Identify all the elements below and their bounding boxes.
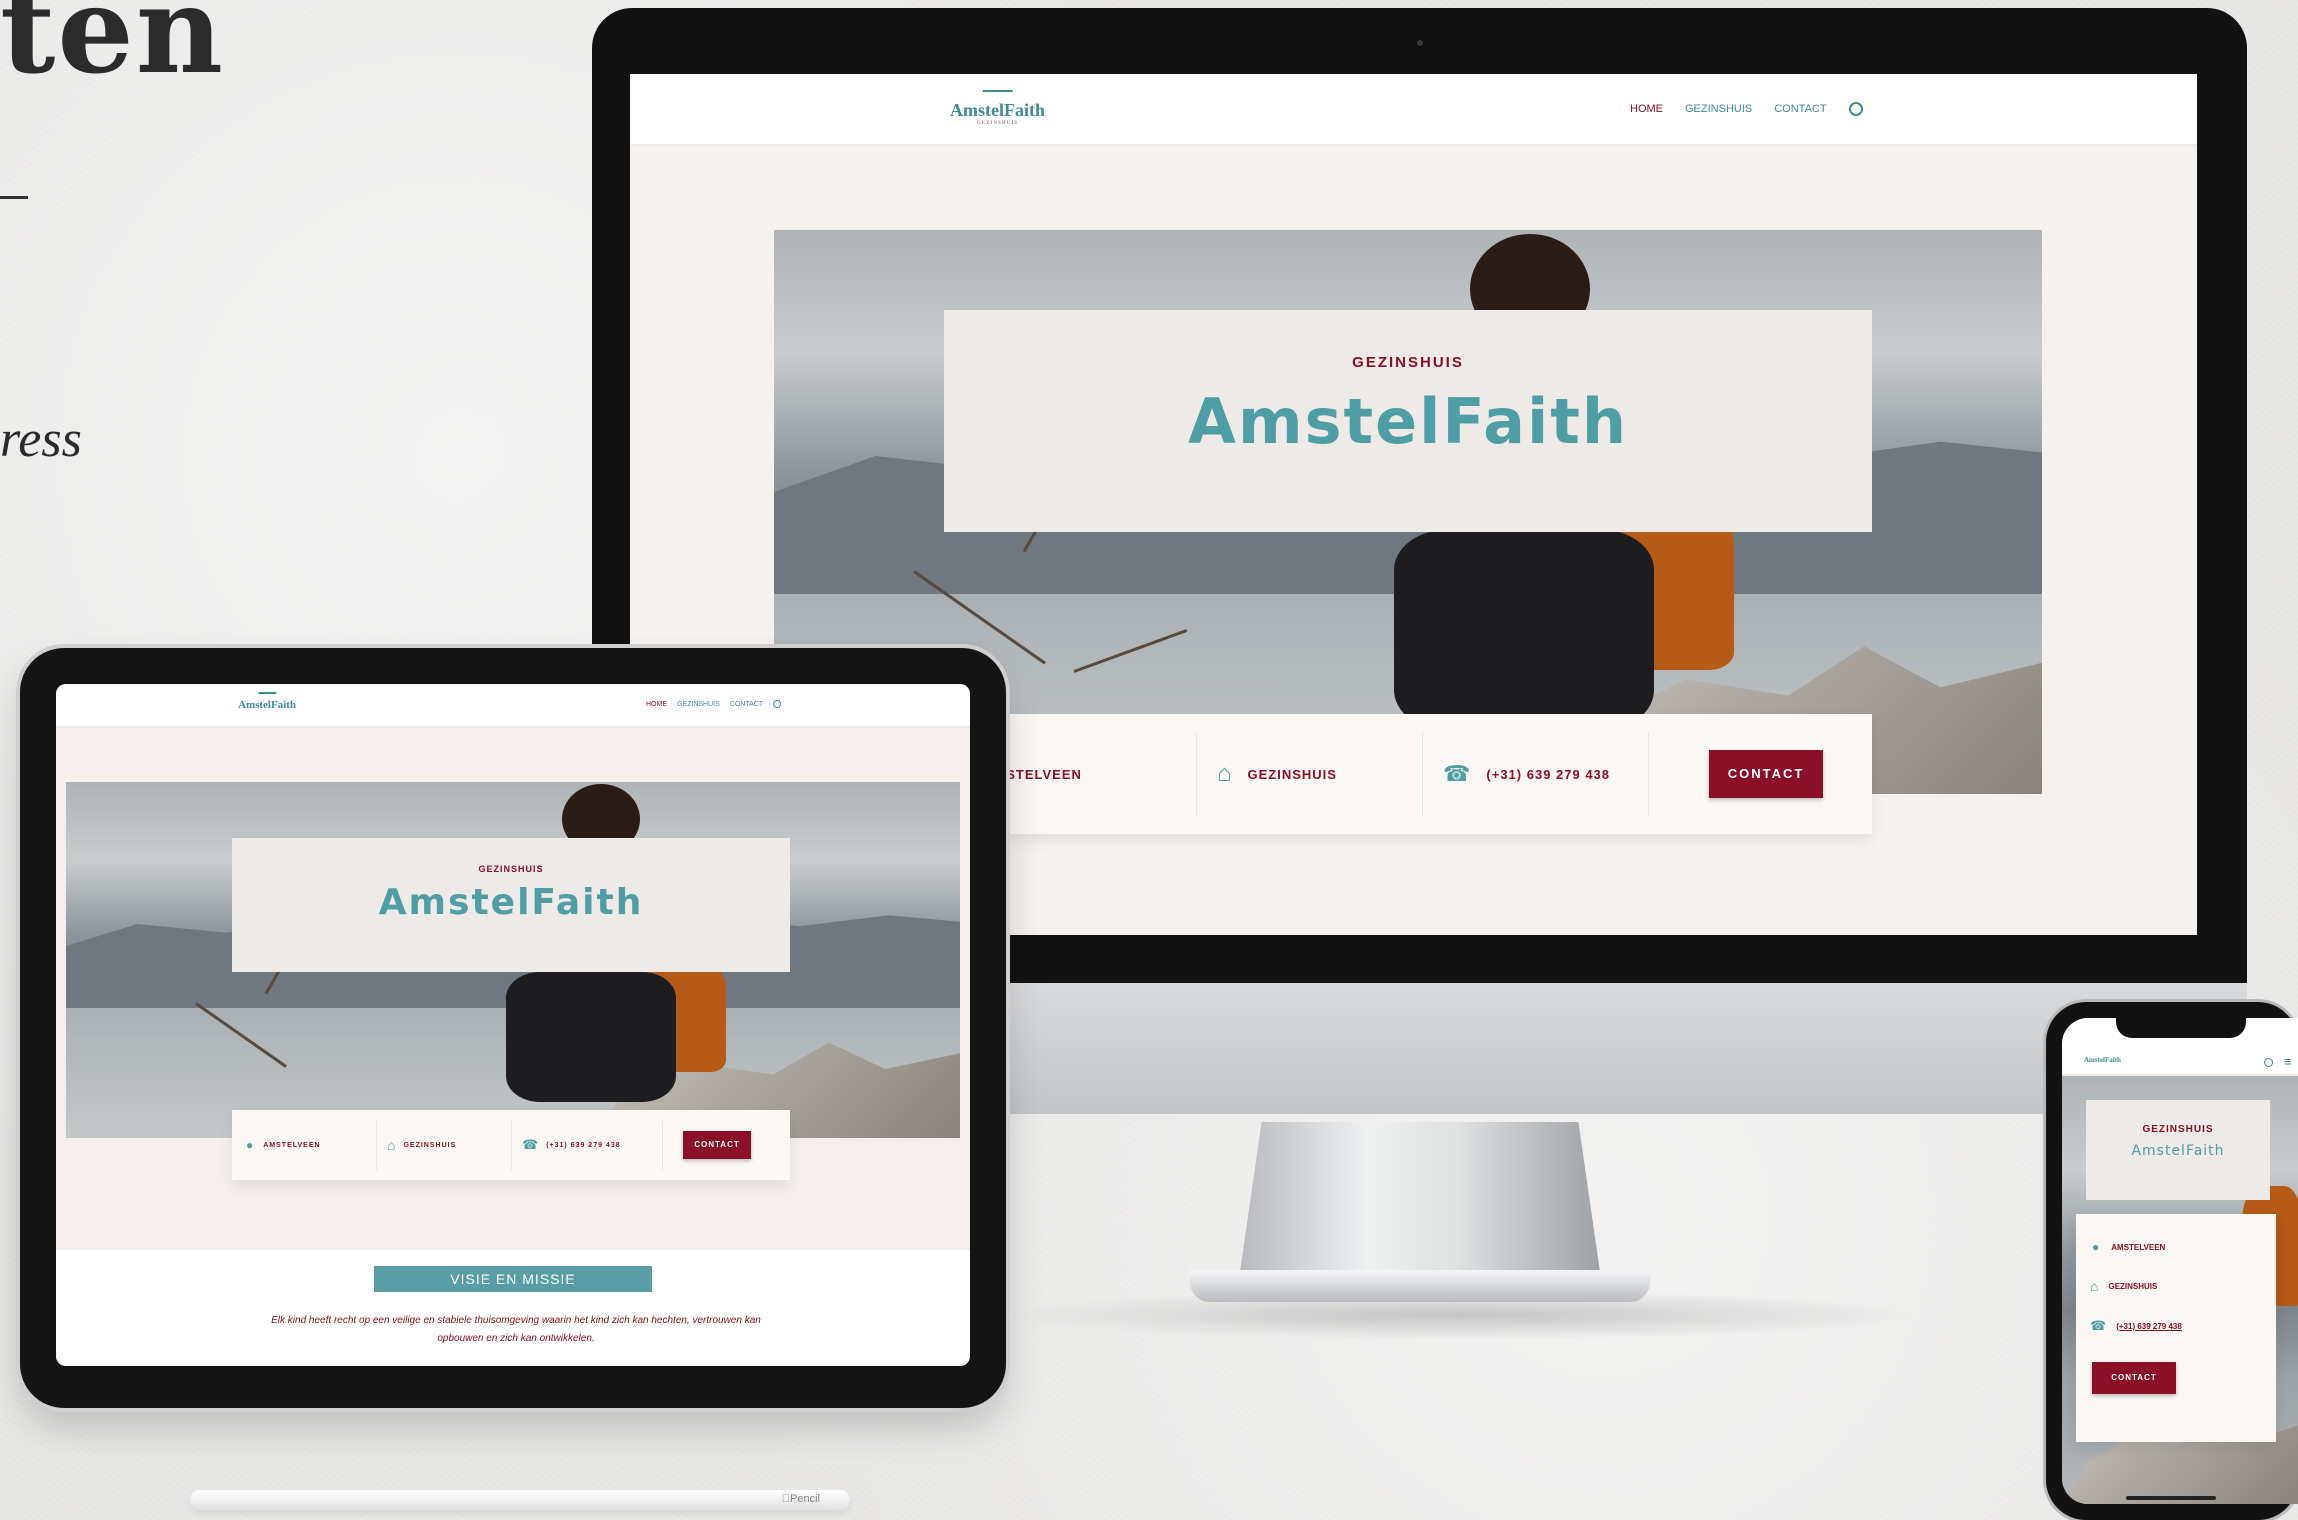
info-home: ⌂ GEZINSHUIS <box>377 1120 512 1170</box>
hero-subtitle: GEZINSHUIS <box>2142 1124 2214 1135</box>
background-heading-fragment: ten <box>0 0 226 101</box>
tablet-nav: HOME GEZINSHUIS CONTACT <box>646 700 782 708</box>
tablet-info-bar: ● AMSTELVEEN ⌂ GEZINSHUIS ☎ (+31) 639 27… <box>232 1110 790 1180</box>
nav-home[interactable]: HOME <box>1630 103 1663 115</box>
nav-contact[interactable]: CONTACT <box>1774 103 1826 115</box>
home-label: GEZINSHUIS <box>2108 1281 2158 1291</box>
location-pin-icon: ● <box>246 1138 254 1152</box>
pencil-brand: Pencil <box>782 1493 820 1505</box>
search-icon[interactable] <box>2264 1058 2273 1067</box>
site-header: AmstelFaith GEZINSHUIS HOME GEZINSHUIS C… <box>630 74 2197 144</box>
site-logo[interactable]: AmstelFaith GEZINSHUIS <box>950 90 1045 126</box>
search-icon[interactable] <box>773 700 782 708</box>
background-italic-fragment: ress <box>0 411 82 468</box>
home-label: GEZINSHUIS <box>403 1141 457 1149</box>
phone-notch <box>2116 1016 2246 1038</box>
hero-title: AmstelFaith <box>1187 385 1628 458</box>
info-phone: ☎ (+31) 639 279 438 <box>512 1120 663 1170</box>
nav-home[interactable]: HOME <box>646 701 667 708</box>
person-legs <box>1394 530 1654 730</box>
home-label: GEZINSHUIS <box>1247 766 1337 782</box>
background-dash <box>0 196 28 199</box>
home-icon: ⌂ <box>2090 1278 2099 1294</box>
logo-roof-icon <box>981 90 1014 100</box>
hero-card: GEZINSHUIS AmstelFaith <box>944 310 1872 532</box>
logo-text: AmstelFaith <box>2084 1056 2121 1064</box>
menu-icon[interactable]: ≡ <box>2284 1054 2292 1069</box>
tablet-logo[interactable]: AmstelFaith <box>238 692 296 711</box>
phone-hero-card: GEZINSHUIS AmstelFaith <box>2086 1100 2270 1200</box>
hero-title: AmstelFaith <box>378 882 644 923</box>
hero-title: AmstelFaith <box>2131 1143 2225 1159</box>
contact-button[interactable]: CONTACT <box>1709 750 1823 798</box>
info-location: ● AMSTELVEEN <box>232 1120 377 1170</box>
person-legs <box>506 972 676 1102</box>
info-home: ⌂ GEZINSHUIS <box>2076 1254 2276 1294</box>
visie-text-line-2: opbouwen en zich kan ontwikkelen. <box>437 1333 595 1344</box>
hero-subtitle: GEZINSHUIS <box>1352 354 1464 371</box>
info-bar: AMSTELVEEN ⌂ GEZINSHUIS ☎ (+31) 639 279 … <box>960 714 1872 834</box>
apple-pencil: Pencil <box>190 1490 850 1510</box>
search-icon[interactable] <box>1848 102 1863 116</box>
info-home: ⌂ GEZINSHUIS <box>1197 732 1423 816</box>
visie-text-line-1: Elk kind heeft recht op een veilige en s… <box>271 1315 761 1326</box>
location-label: AMSTELVEEN <box>263 1141 321 1149</box>
phone-logo[interactable]: AmstelFaith <box>2084 1056 2121 1064</box>
main-nav: HOME GEZINSHUIS CONTACT <box>1630 102 1863 116</box>
phone-icon: ☎ <box>1443 761 1471 786</box>
info-phone: ☎ (+31) 639 279 438 <box>2076 1294 2276 1334</box>
phone-icon: ☎ <box>2090 1318 2107 1333</box>
phone-label[interactable]: (+31) 639 279 438 <box>1486 767 1610 782</box>
camera-dot <box>1417 40 1423 46</box>
nav-gezinshuis[interactable]: GEZINSHUIS <box>1685 103 1752 115</box>
logo-roof-icon <box>257 692 277 699</box>
phone-label[interactable]: (+31) 639 279 438 <box>2116 1322 2182 1331</box>
location-label: AMSTELVEEN <box>2111 1242 2166 1252</box>
phone-icon: ☎ <box>522 1137 539 1152</box>
location-pin-icon: ● <box>2092 1240 2100 1254</box>
imac-stand <box>1190 1122 1650 1322</box>
iphone-mockup: AmstelFaith ≡ GEZINSHUIS AmstelFaith ● A… <box>2046 1002 2298 1520</box>
tablet-hero-card: GEZINSHUIS AmstelFaith <box>232 838 790 972</box>
phone-label[interactable]: (+31) 639 279 438 <box>546 1142 620 1149</box>
visie-text: Elk kind heeft recht op een veilige en s… <box>176 1312 856 1348</box>
visie-en-missie-heading: VISIE EN MISSIE <box>374 1266 652 1292</box>
stand-neck <box>1240 1122 1600 1272</box>
home-icon: ⌂ <box>1217 760 1232 787</box>
info-phone: ☎ (+31) 639 279 438 <box>1423 732 1649 816</box>
stand-foot <box>1190 1270 1650 1302</box>
phone-info-card: ● AMSTELVEEN ⌂ GEZINSHUIS ☎ (+31) 639 27… <box>2076 1214 2276 1442</box>
hero-subtitle: GEZINSHUIS <box>478 864 544 874</box>
nav-gezinshuis[interactable]: GEZINSHUIS <box>677 701 720 708</box>
logo-text: AmstelFaith <box>238 699 297 711</box>
tablet-screen: AmstelFaith HOME GEZINSHUIS CONTACT GEZI… <box>56 684 970 1366</box>
contact-button[interactable]: CONTACT <box>2092 1362 2176 1394</box>
nav-contact[interactable]: CONTACT <box>730 701 763 708</box>
info-location: ● AMSTELVEEN <box>2076 1214 2276 1254</box>
phone-screen: AmstelFaith ≡ GEZINSHUIS AmstelFaith ● A… <box>2062 1018 2298 1504</box>
logo-text: AmstelFaith <box>950 100 1045 120</box>
home-icon: ⌂ <box>387 1137 396 1153</box>
ipad-mockup: AmstelFaith HOME GEZINSHUIS CONTACT GEZI… <box>20 648 1006 1408</box>
contact-button[interactable]: CONTACT <box>683 1131 751 1159</box>
tablet-header: AmstelFaith HOME GEZINSHUIS CONTACT <box>56 684 970 726</box>
home-indicator <box>2126 1496 2216 1500</box>
logo-subtext: GEZINSHUIS <box>976 121 1019 126</box>
